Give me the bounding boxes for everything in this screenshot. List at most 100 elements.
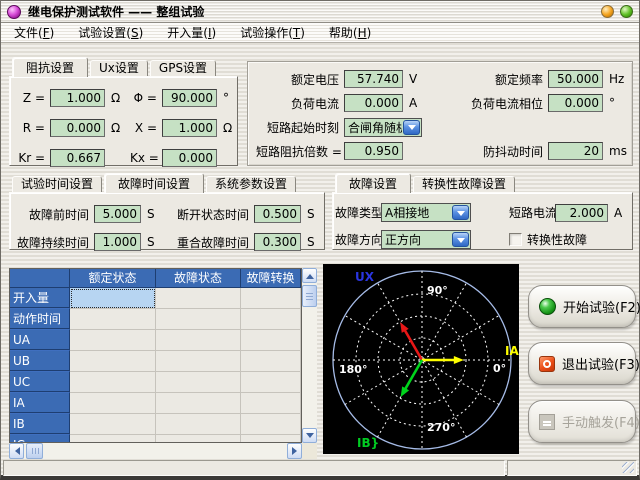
menu-file[interactable]: 文件(F) [5,22,63,43]
table-cell[interactable] [156,330,241,351]
tab-gps-settings[interactable]: GPS设置 [150,60,216,76]
field-unit-x: Ω [220,121,234,135]
start-test-button[interactable]: 开始试验(F2) [528,285,636,328]
field-unit-r: Ω [108,121,130,135]
table-cell[interactable] [156,309,241,330]
table-cell[interactable] [70,414,156,435]
debounce-label: 防抖动时间 [432,143,548,160]
table-corner-cell [10,269,70,288]
resize-grip[interactable] [622,462,634,473]
horizontal-scroll-thumb[interactable] [26,443,43,459]
tab-fault-settings[interactable]: 故障设置 [335,173,411,193]
table-cell[interactable] [156,372,241,393]
x-field[interactable] [162,119,217,137]
table-cell[interactable] [241,351,301,372]
kr-field[interactable] [50,149,105,167]
fault-direction-label: 故障方向 [335,231,381,248]
chevron-down-icon[interactable] [452,232,469,247]
scroll-left-button[interactable] [9,443,24,459]
results-grid: 额定状态 故障状态 故障转换 开入量 动作时间 UA UB UC IA IB I… [9,268,302,443]
manual-trigger-icon [539,414,555,430]
vertical-scroll-thumb[interactable] [302,285,317,307]
tab-system-parameter-settings[interactable]: 系统参数设置 [206,176,296,192]
table-cell[interactable] [70,372,156,393]
z-field[interactable] [50,89,105,107]
scroll-down-button[interactable] [302,428,317,443]
menu-test-settings[interactable]: 试验设置(S) [69,22,152,43]
reclose-fault-time-field[interactable] [254,233,301,251]
vertical-scrollbar[interactable] [302,268,317,443]
chevron-down-icon[interactable] [452,205,469,220]
load-current-label: 负荷电流 [256,95,344,112]
phi-field[interactable] [162,89,217,107]
column-header-fault-convert: 故障转换 [241,269,301,288]
table-row: UB [10,351,301,372]
table-cell-selected[interactable] [70,288,156,309]
tab-test-time-settings[interactable]: 试验时间设置 [12,176,102,192]
table-cell[interactable] [156,351,241,372]
table-cell[interactable] [241,414,301,435]
table-header-row: 额定状态 故障状态 故障转换 [10,269,301,288]
fault-duration-field[interactable] [94,233,141,251]
tab-impedance-settings[interactable]: 阻抗设置 [12,57,88,77]
load-current-field[interactable] [344,94,403,112]
short-start-label: 短路起始时刻 [256,119,344,136]
short-start-dropdown[interactable]: 合闸角随机 [344,118,422,137]
table-cell[interactable] [241,393,301,414]
short-current-field[interactable] [555,204,608,222]
column-header-rated-state: 额定状态 [70,269,156,288]
open-state-time-field[interactable] [254,205,301,223]
prefault-time-field[interactable] [94,205,141,223]
debounce-field[interactable] [548,142,603,160]
table-cell[interactable] [241,309,301,330]
field-label-z: Z = [16,91,50,105]
tab-convert-fault-settings[interactable]: 转换性故障设置 [413,176,515,192]
table-cell[interactable] [156,414,241,435]
load-phase-field[interactable] [548,94,603,112]
exit-test-button[interactable]: 退出试验(F3) [528,342,636,385]
table-row: UC [10,372,301,393]
rated-values-panel: 额定电压 V 额定频率 Hz 负荷电流 A 负荷电流相位 ° 短路起始时刻 合闸… [247,61,633,166]
tab-ux-settings[interactable]: Ux设置 [90,60,148,76]
table-cell[interactable] [241,288,301,309]
rated-voltage-field[interactable] [344,70,403,88]
table-cell[interactable] [241,372,301,393]
table-cell[interactable] [70,435,156,443]
menu-help[interactable]: 帮助(H) [320,22,380,43]
start-test-icon [539,298,556,315]
table-row: IA [10,393,301,414]
impedance-tabs: 阻抗设置 Ux设置 GPS设置 [9,57,238,77]
rated-frequency-field[interactable] [548,70,603,88]
minimize-button[interactable] [601,5,614,18]
load-phase-label: 负荷电流相位 [432,95,548,112]
tab-fault-time-settings[interactable]: 故障时间设置 [104,173,204,193]
table-cell[interactable] [241,435,301,443]
table-cell[interactable] [156,393,241,414]
horizontal-scrollbar[interactable] [9,443,302,459]
fault-type-dropdown[interactable]: A相接地 [381,203,471,222]
impedance-factor-field[interactable] [344,142,403,160]
fault-direction-dropdown[interactable]: 正方向 [381,230,471,249]
table-cell[interactable] [156,435,241,443]
table-cell[interactable] [70,351,156,372]
chevron-down-icon[interactable] [403,120,420,135]
scroll-right-button[interactable] [287,443,302,459]
convert-fault-checkbox[interactable] [509,233,522,246]
menu-test-operation[interactable]: 试验操作(T) [231,22,314,43]
titlebar: 继电保护测试软件 —— 整组试验 [1,1,639,23]
scroll-up-button[interactable] [302,268,317,283]
r-field[interactable] [50,119,105,137]
menu-binary-input[interactable]: 开入量(I) [158,22,225,43]
phasor-arrow [405,360,422,390]
table-cell[interactable] [70,330,156,351]
kx-field[interactable] [162,149,217,167]
fault-tab-body: 故障类型 A相接地 短路电流 A 故障方向 正方向 转换性故障 [332,192,633,250]
reclose-fault-time-label: 重合故障时间 [162,234,254,251]
phasor-label-90: 90° [427,284,448,297]
close-button[interactable] [620,5,633,18]
table-cell[interactable] [241,330,301,351]
table-cell[interactable] [156,288,241,309]
table-cell[interactable] [70,309,156,330]
app-icon [7,5,21,19]
table-cell[interactable] [70,393,156,414]
